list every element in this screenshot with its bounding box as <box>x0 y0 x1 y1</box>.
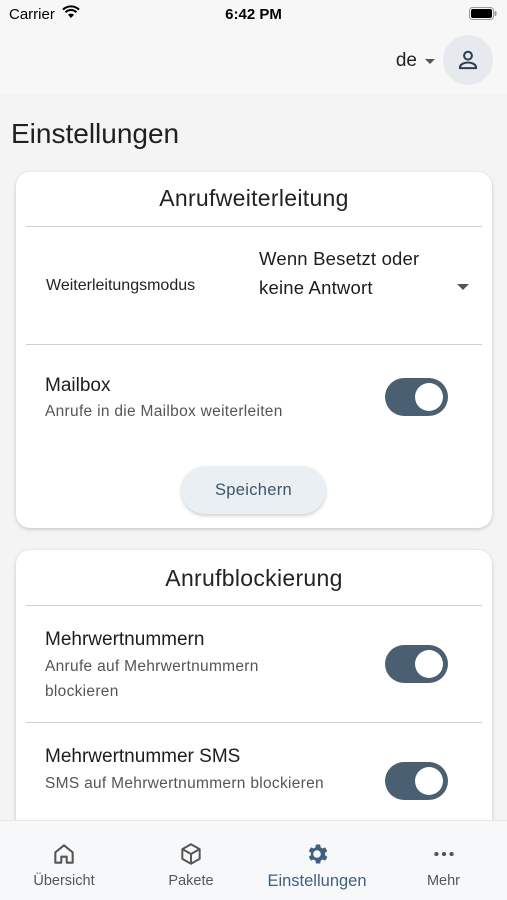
forwarding-mode-value: Wenn Besetzt oder keine Antwort <box>259 248 420 298</box>
premium-sms-toggle[interactable] <box>385 762 448 800</box>
divider <box>26 344 482 345</box>
forwarding-mode-label: Weiterleitungsmodus <box>46 277 196 294</box>
home-icon <box>54 844 74 864</box>
battery-icon <box>469 7 497 20</box>
status-bar: Carrier 6:42 PM <box>0 0 507 30</box>
save-button[interactable]: Speichern <box>181 466 326 514</box>
call-forwarding-title: Anrufweiterleitung <box>159 185 349 211</box>
profile-button[interactable] <box>443 35 493 85</box>
language-value: de <box>395 50 417 71</box>
forwarding-mode-select[interactable]: Wenn Besetzt oder keine Antwort <box>259 244 479 302</box>
toggle-knob <box>415 650 443 678</box>
caret-down-icon <box>457 284 469 290</box>
status-time: 6:42 PM <box>225 6 282 23</box>
divider <box>26 605 482 606</box>
premium-numbers-subtitle: Anrufe auf Mehrwertnummern blockieren <box>45 658 259 700</box>
language-select[interactable]: de <box>396 49 435 73</box>
premium-sms-title: Mehrwertnummer SMS <box>45 746 241 767</box>
toggle-knob <box>415 767 443 795</box>
mailbox-title: Mailbox <box>45 375 111 396</box>
divider <box>26 722 482 723</box>
mailbox-toggle[interactable] <box>385 378 448 416</box>
package-icon <box>181 843 201 865</box>
nav-item-packages[interactable]: Pakete <box>128 821 254 900</box>
person-icon <box>458 50 478 70</box>
bottom-nav: Übersicht Pakete Einstellungen Mehr <box>0 820 507 900</box>
premium-numbers-title: Mehrwertnummern <box>45 629 205 650</box>
nav-item-overview[interactable]: Übersicht <box>0 821 128 900</box>
divider <box>26 226 482 227</box>
nav-label: Pakete <box>168 873 214 889</box>
nav-label: Mehr <box>426 873 461 889</box>
page-title: Einstellungen <box>11 118 180 149</box>
caret-down-icon <box>425 58 435 64</box>
premium-sms-subtitle: SMS auf Mehrwertnummern blockieren <box>45 775 324 792</box>
app-bar: de <box>0 30 507 94</box>
more-dots-icon <box>433 851 454 857</box>
gear-icon <box>308 844 328 864</box>
nav-item-more[interactable]: Mehr <box>380 821 507 900</box>
call-blocking-title: Anrufblockierung <box>165 565 343 591</box>
nav-label: Einstellungen <box>267 872 367 890</box>
call-forwarding-card: Anrufweiterleitung Weiterleitungsmodus W… <box>16 172 492 528</box>
call-blocking-card: Anrufblockierung Mehrwertnummern Anrufe … <box>16 550 492 840</box>
mailbox-subtitle: Anrufe in die Mailbox weiterleiten <box>45 403 283 420</box>
toggle-knob <box>415 383 443 411</box>
premium-numbers-toggle[interactable] <box>385 645 448 683</box>
nav-item-settings[interactable]: Einstellungen <box>254 821 380 900</box>
nav-label: Übersicht <box>33 873 95 889</box>
